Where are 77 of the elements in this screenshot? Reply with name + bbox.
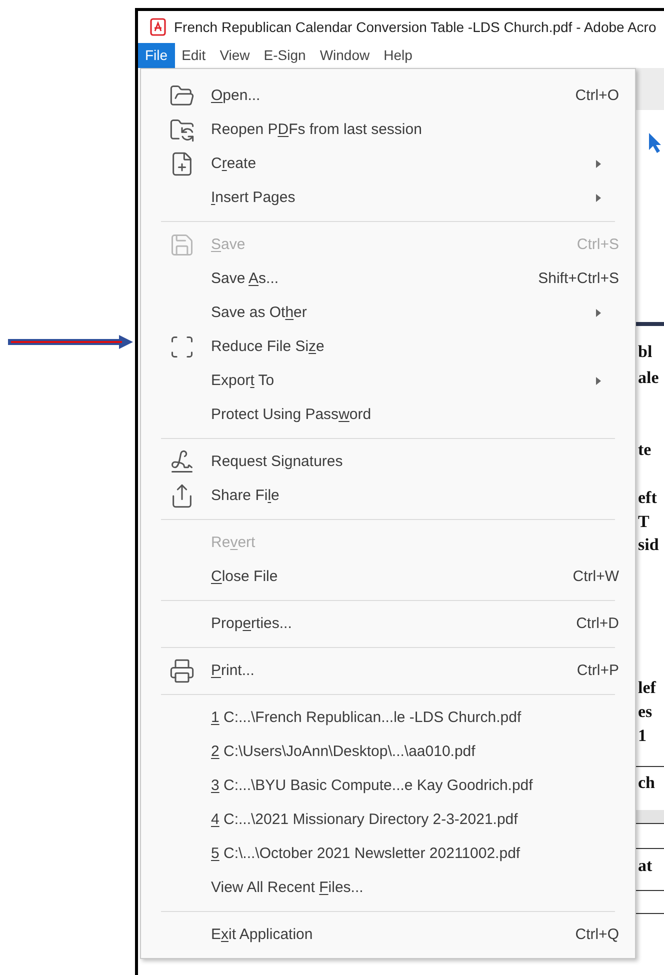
menu-item[interactable]: Save As... Shift+Ctrl+S xyxy=(141,262,635,296)
menu-item[interactable]: Request Signatures xyxy=(141,445,635,479)
recent-file-label: 5 C:\...\October 2021 Newsletter 20211002.pdf xyxy=(211,844,520,864)
document-text-fragment: es xyxy=(638,703,652,720)
document-text-fragment: T xyxy=(638,513,650,530)
menu-item[interactable]: View All Recent Files... xyxy=(141,871,635,905)
pdf-file-icon xyxy=(150,18,166,36)
window-title: French Republican Calendar Conversion Table -LDS Church.pdf - Adobe Acro xyxy=(174,18,656,37)
menu-item[interactable]: Create xyxy=(141,147,635,181)
document-text-fragment: ch xyxy=(638,774,655,791)
menu-item[interactable]: 4 C:...\2021 Missionary Directory 2-3-2021.pdf xyxy=(141,803,635,837)
table-header-row xyxy=(633,810,664,824)
scan-frame-icon xyxy=(169,334,195,360)
menu-item[interactable]: Close File Ctrl+W xyxy=(141,560,635,594)
menu-item-label: View All Recent Files... xyxy=(211,878,364,898)
folder-sync-icon xyxy=(169,117,195,143)
menu-item[interactable]: Exit Application Ctrl+Q xyxy=(141,918,635,952)
menu-item-label: Reduce File Size xyxy=(211,336,324,357)
menu-item[interactable]: Export To xyxy=(141,364,635,398)
menu-item-label: Request Signatures xyxy=(211,452,343,472)
shortcut-label: Ctrl+P xyxy=(576,660,619,681)
menu-item-label: Open... xyxy=(211,86,260,106)
menu-item[interactable]: Properties... Ctrl+D xyxy=(141,607,635,641)
shortcut-label: Ctrl+Q xyxy=(575,924,619,945)
document-text-fragment: ale xyxy=(638,369,659,386)
document-text-fragment: sid xyxy=(638,536,659,553)
menu-item[interactable]: Open... Ctrl+O xyxy=(141,79,635,113)
shortcut-label: Shift+Ctrl+S xyxy=(538,268,619,289)
document-text-fragment: te xyxy=(638,441,652,458)
recent-file-label: 3 C:...\BYU Basic Compute...e Kay Goodrich.pdf xyxy=(211,776,533,796)
menu-item-label: Export To xyxy=(211,370,274,391)
menu-item-label: Share File xyxy=(211,486,280,506)
signature-icon xyxy=(169,449,195,475)
menu-bar-item[interactable]: Window xyxy=(312,43,377,68)
menu-item[interactable]: 5 C:\...\October 2021 Newsletter 20211002.pdf xyxy=(141,837,635,871)
shortcut-label: Ctrl+D xyxy=(576,614,619,634)
menu-item-label: Reopen PDFs from last session xyxy=(211,120,422,140)
cursor-icon xyxy=(648,132,662,154)
printer-icon xyxy=(169,658,195,684)
menu-bar-item[interactable]: E-Sign xyxy=(256,43,313,68)
toolbar-background xyxy=(633,68,664,110)
menu-bar-item[interactable]: Help xyxy=(376,43,420,68)
menu-item-label: Properties... xyxy=(211,614,292,634)
shortcut-label: Ctrl+W xyxy=(572,566,619,587)
document-text-fragment: eft xyxy=(638,489,657,506)
menu-item[interactable]: Reduce File Size xyxy=(141,330,635,364)
menu-item-label: Close File xyxy=(211,566,278,587)
menu-bar-item[interactable]: Edit xyxy=(174,43,213,68)
shortcut-label: Ctrl+O xyxy=(575,86,619,106)
menu-item[interactable]: Print... Ctrl+P xyxy=(141,654,635,688)
menu-item-label: Save As... xyxy=(211,268,279,289)
menu-item[interactable]: 1 C:...\French Republican...le -LDS Church.pdf xyxy=(141,701,635,735)
menu-item-label: Save as Other xyxy=(211,302,307,323)
menu-item-label: Insert Pages xyxy=(211,188,296,208)
recent-file-label: 4 C:...\2021 Missionary Directory 2-3-2021.pdf xyxy=(211,810,518,830)
shortcut-label: Ctrl+S xyxy=(576,234,619,255)
menu-item[interactable]: 2 C:\Users\JoAnn\Desktop\...\aa010.pdf xyxy=(141,735,635,769)
menu-item-label: Save xyxy=(211,234,246,255)
menu-bar-item[interactable]: File xyxy=(138,43,175,68)
recent-file-label: 2 C:\Users\JoAnn\Desktop\...\aa010.pdf xyxy=(211,742,476,762)
document-text-fragment: lef xyxy=(638,679,656,696)
recent-file-label: 1 C:...\French Republican...le -LDS Church.pdf xyxy=(211,708,522,728)
menu-item[interactable]: Protect Using Password xyxy=(141,398,635,432)
menu-item-label: Create xyxy=(211,154,256,174)
menu-item[interactable]: 3 C:...\BYU Basic Compute...e Kay Goodrich.pdf xyxy=(141,769,635,803)
document-text-fragment: bl xyxy=(638,343,652,360)
menu-item[interactable]: Share File xyxy=(141,479,635,513)
menu-item-label: Revert xyxy=(211,532,256,553)
menu-bar-item[interactable]: View xyxy=(212,43,257,68)
document-text-fragment: 1 xyxy=(638,727,646,744)
menu-item[interactable]: Reopen PDFs from last session xyxy=(141,113,635,147)
menu-item-label: Protect Using Password xyxy=(211,404,372,425)
document-text-fragment: at xyxy=(638,857,652,874)
menu-item-label: Exit Application xyxy=(211,924,313,945)
menu-item-label: Print... xyxy=(211,660,254,681)
menu-item[interactable]: Insert Pages xyxy=(141,181,635,215)
menu-item[interactable]: Save as Other xyxy=(141,296,635,330)
